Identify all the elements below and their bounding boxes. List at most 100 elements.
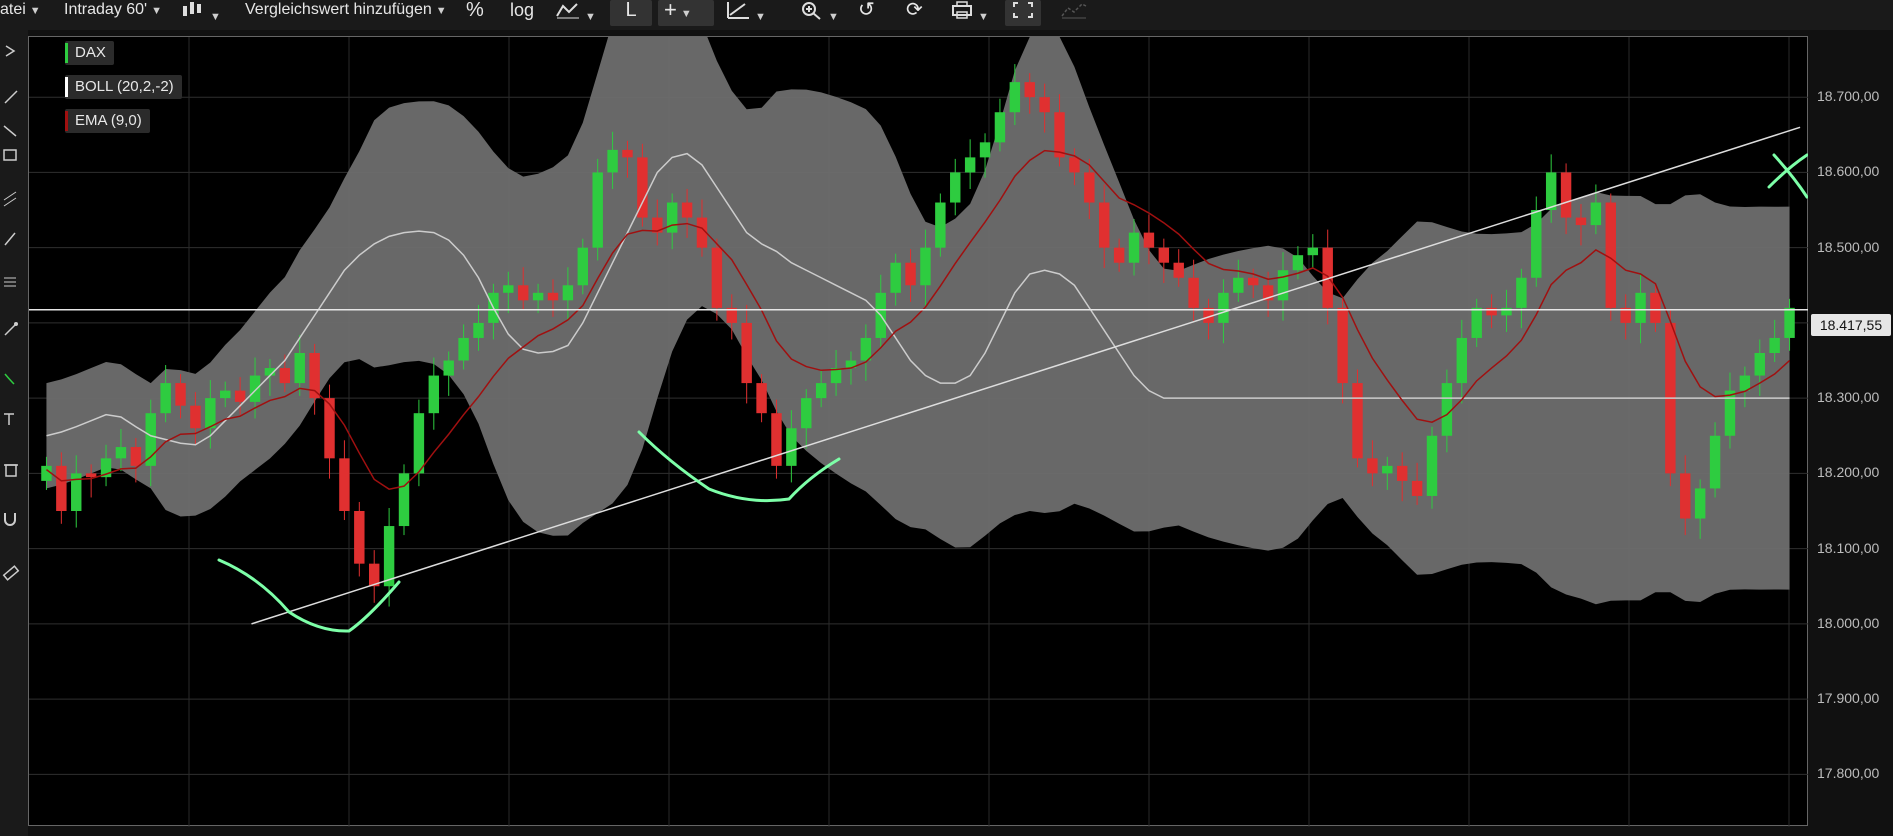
candle: [1694, 488, 1706, 519]
legend-swatch: [65, 77, 68, 97]
price-chart[interactable]: [29, 37, 1809, 827]
candle: [160, 383, 171, 414]
zoom-menu[interactable]: ▼: [800, 0, 839, 26]
draw-line-button[interactable]: L: [610, 0, 652, 26]
y-tick-label: 18.500,00: [1817, 238, 1880, 255]
candle: [234, 390, 246, 402]
candle: [1769, 337, 1780, 353]
interval-menu[interactable]: Intraday 60' ▼: [64, 0, 162, 26]
y-tick-label: 18.100,00: [1817, 539, 1880, 556]
candle: [1456, 337, 1468, 384]
crosshair-icon: +: [664, 0, 677, 22]
candle: [935, 202, 946, 248]
chevron-down-icon: ▼: [828, 11, 839, 23]
cursor-icon[interactable]: [2, 42, 20, 60]
rectangle-tool-icon[interactable]: [2, 146, 20, 164]
candle: [130, 447, 142, 466]
current-price-tag: 18.417,55: [1811, 314, 1891, 336]
candle: [458, 337, 469, 361]
candle: [607, 149, 618, 173]
line-tool-icon[interactable]: [2, 88, 20, 106]
legend-boll-label: BOLL (20,2,-2): [75, 78, 174, 95]
candle: [190, 405, 201, 429]
y-tick-label: 18.300,00: [1817, 389, 1880, 406]
percent-button[interactable]: %: [466, 0, 484, 26]
candle: [950, 172, 961, 203]
drawing-sidebar: [0, 30, 28, 836]
candle: [1367, 458, 1378, 474]
refresh-icon[interactable]: ⟳: [906, 0, 923, 26]
candle: [786, 428, 797, 466]
interval-label: Intraday 60': [64, 1, 148, 18]
compare-menu[interactable]: Vergleichswert hinzufügen ▼: [245, 0, 447, 26]
candle: [473, 322, 484, 338]
candle: [711, 247, 723, 308]
file-menu[interactable]: atei ▼: [0, 0, 41, 26]
candle: [1382, 465, 1393, 474]
legend-dax-label: DAX: [75, 44, 106, 61]
candle: [1233, 277, 1244, 293]
candle: [1605, 202, 1616, 308]
candle: [577, 247, 589, 286]
candle: [666, 202, 678, 233]
y-tick-label: 18.700,00: [1817, 88, 1880, 105]
ruler-icon[interactable]: [2, 564, 20, 582]
candle: [1307, 247, 1319, 256]
y-tick-label: 18.000,00: [1817, 614, 1880, 631]
undo-icon[interactable]: ↺: [858, 0, 875, 26]
candle: [1277, 270, 1289, 301]
candle: [1575, 217, 1587, 226]
y-tick-label: 18.600,00: [1817, 163, 1880, 180]
measure-tool-icon[interactable]: [2, 320, 20, 338]
chart-area[interactable]: DAX BOLL (20,2,-2) EMA (9,0): [28, 36, 1809, 827]
chevron-down-icon: ▼: [680, 8, 692, 20]
candle: [1709, 435, 1721, 489]
legend-ema[interactable]: EMA (9,0): [65, 109, 150, 133]
candle: [562, 285, 574, 301]
candle: [547, 292, 559, 301]
legend-swatch: [65, 111, 68, 131]
candle: [592, 172, 603, 248]
print-menu[interactable]: ▼: [950, 0, 989, 26]
candle: [1471, 307, 1482, 338]
candle: [979, 142, 991, 158]
candle: [801, 398, 812, 429]
crosshair-menu[interactable]: + ▼: [658, 0, 714, 26]
trend-tool-menu[interactable]: ▼: [725, 0, 766, 26]
text-tool-icon[interactable]: [2, 410, 20, 428]
candle: [964, 157, 976, 173]
candle: [1635, 292, 1646, 323]
candle: [383, 526, 395, 587]
legend-ema-label: EMA (9,0): [75, 112, 142, 129]
freehand-annotation: [1767, 153, 1809, 199]
candle: [1680, 473, 1691, 519]
candle: [1650, 292, 1661, 323]
candle: [324, 398, 335, 459]
candle: [205, 398, 216, 429]
fibonacci-tool-icon[interactable]: [2, 272, 20, 290]
indicator-menu[interactable]: ▼: [555, 0, 596, 26]
magnet-icon[interactable]: [2, 510, 20, 528]
fullscreen-icon[interactable]: [1005, 0, 1041, 26]
chart-type-menu[interactable]: ▼: [180, 0, 221, 26]
candle: [1784, 307, 1795, 338]
legend-boll[interactable]: BOLL (20,2,-2): [65, 75, 182, 99]
delete-icon[interactable]: [2, 460, 20, 478]
candle: [428, 375, 440, 414]
log-button[interactable]: log: [510, 0, 534, 26]
chevron-down-icon: ▼: [585, 11, 596, 23]
chevron-down-icon: ▼: [978, 11, 989, 23]
candle: [175, 383, 186, 406]
indicator-icon: [556, 3, 579, 19]
candle: [1084, 172, 1095, 203]
brush-tool-icon[interactable]: [2, 370, 20, 388]
ray-tool-icon[interactable]: [2, 120, 20, 138]
channel-tool-icon[interactable]: [2, 190, 20, 208]
candle: [1188, 277, 1199, 308]
pitchfork-tool-icon[interactable]: [2, 230, 20, 248]
compare-label: Vergleichswert hinzufügen: [245, 1, 432, 18]
legend-dax[interactable]: DAX: [65, 41, 114, 65]
trend-tool-icon: [727, 2, 749, 19]
candle: [1426, 435, 1438, 496]
candle: [1218, 292, 1229, 323]
